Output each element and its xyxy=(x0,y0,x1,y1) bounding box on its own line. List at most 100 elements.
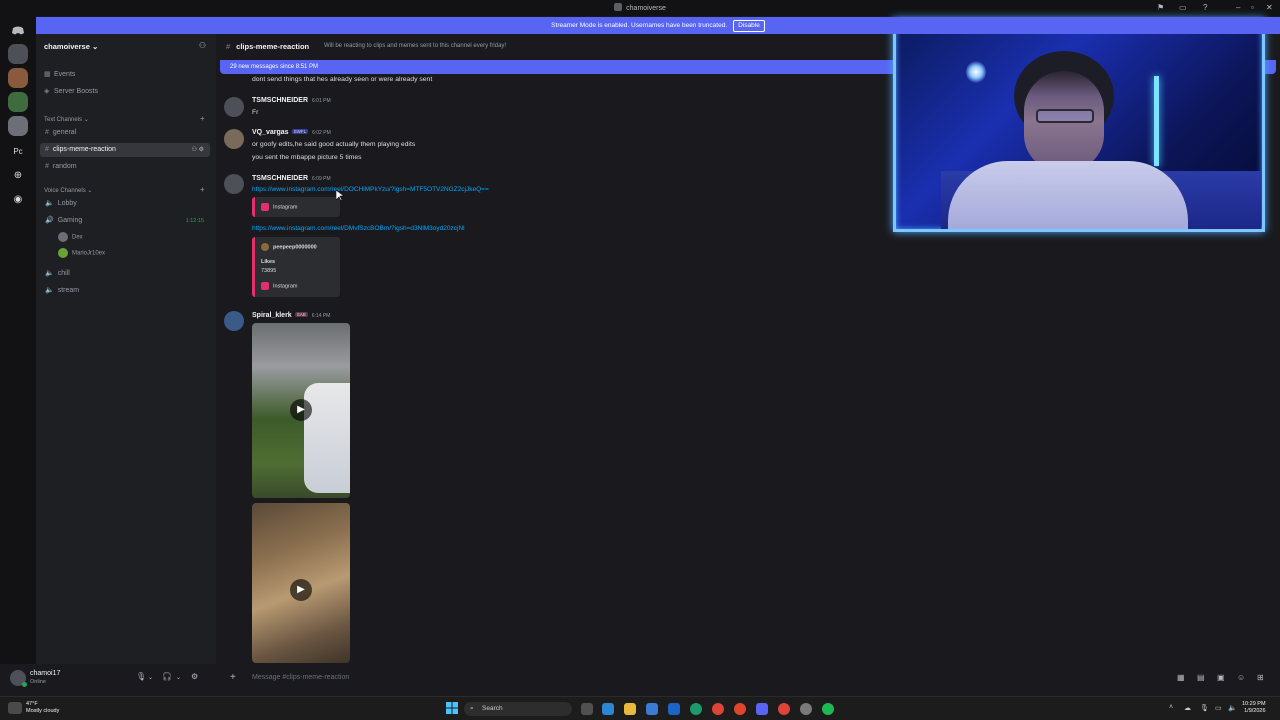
outlook-icon[interactable] xyxy=(668,703,680,715)
discord-icon[interactable] xyxy=(8,20,28,40)
voice-user-dex[interactable]: Dex xyxy=(58,232,83,242)
channel-topic: Will be reacting to clips and memes sent… xyxy=(324,43,507,49)
webcam-overlay xyxy=(893,18,1265,232)
speaker-icon: 🔈 xyxy=(45,287,54,294)
settings-icon[interactable]: ⚙ xyxy=(191,672,198,681)
hash-icon: # xyxy=(45,163,49,170)
help-icon[interactable]: ? xyxy=(1203,3,1207,12)
upload-plus-icon[interactable]: + xyxy=(230,670,236,686)
taskbar-clock[interactable]: 10:29 PM 1/9/2026 xyxy=(1242,701,1266,715)
edge-icon[interactable] xyxy=(690,703,702,715)
spotify-icon[interactable] xyxy=(822,703,834,715)
obs-icon[interactable] xyxy=(800,703,812,715)
instagram-embed[interactable]: Instagram xyxy=(252,197,340,217)
server-icon-3[interactable] xyxy=(8,92,28,112)
instagram-icon xyxy=(261,203,269,211)
create-voice-channel-icon[interactable]: + xyxy=(200,185,205,194)
channel-general[interactable]: # general xyxy=(40,126,210,140)
network-icon[interactable]: ▭ xyxy=(1215,704,1222,712)
brave-icon[interactable] xyxy=(734,703,746,715)
video-attachment[interactable]: ▶ xyxy=(252,323,350,498)
copilot-icon[interactable] xyxy=(602,703,614,715)
chevron-down-icon[interactable]: ⌄ xyxy=(176,674,181,681)
voice-channels-category[interactable]: Voice Channels ⌄ xyxy=(44,187,92,194)
voice-channel-gaming[interactable]: 🔊 Gaming 1:12:15 xyxy=(40,214,210,228)
disable-button[interactable]: Disable xyxy=(733,20,765,32)
avatar[interactable] xyxy=(224,97,244,117)
chrome-icon[interactable] xyxy=(712,703,724,715)
sticker-icon[interactable]: ▣ xyxy=(1217,673,1225,682)
voice-channel-lobby[interactable]: 🔈 Lobby xyxy=(40,197,210,211)
close-icon[interactable]: ✕ xyxy=(1266,3,1273,12)
volume-icon[interactable]: 🔈 xyxy=(1228,704,1237,712)
message-link[interactable]: https://www.instagram.com/reel/DMvfSzcBO… xyxy=(252,225,465,232)
channel-clips-meme-reaction[interactable]: # clips-meme-reaction ⚇ ⚙ xyxy=(40,143,210,157)
play-icon[interactable]: ▶ xyxy=(290,399,312,421)
avatar xyxy=(58,248,68,258)
play-icon[interactable]: ▶ xyxy=(290,579,312,601)
message-input[interactable]: + Message #clips-meme-reaction xyxy=(226,670,1180,686)
scrollbar[interactable] xyxy=(1273,466,1277,480)
message-link[interactable]: https://www.instagram.com/reel/DOCHiMPkY… xyxy=(252,186,489,193)
channel-settings-icon[interactable]: ⚇ ⚙ xyxy=(192,143,204,157)
chevron-down-icon[interactable]: ⌄ xyxy=(148,674,153,681)
inbox-icon[interactable]: ⚑ xyxy=(1157,3,1164,12)
app-icon xyxy=(614,3,623,11)
server-name[interactable]: chamoiverse ⌄ xyxy=(44,42,98,51)
weather-widget[interactable]: 47°F Mostly cloudy xyxy=(26,701,59,715)
banner-text: Streamer Mode is enabled. Usernames have… xyxy=(551,22,728,29)
window-titlebar: chamoiverse ⚑ ▭ ? – ▫ ✕ xyxy=(0,0,1280,16)
text-channels-category[interactable]: Text Channels ⌄ xyxy=(44,116,89,123)
avatar xyxy=(261,243,269,251)
server-icon-4[interactable] xyxy=(8,116,28,136)
emoji-icon[interactable]: ☺ xyxy=(1237,673,1245,682)
windows-start-icon[interactable] xyxy=(446,702,458,714)
boost-icon: ◈ xyxy=(44,88,50,95)
gif-icon[interactable]: ▤ xyxy=(1197,673,1205,682)
video-attachment[interactable]: ▶ xyxy=(252,503,350,663)
chevron-up-icon[interactable]: ˄ xyxy=(1169,704,1173,711)
screen-icon[interactable]: ▭ xyxy=(1179,3,1187,12)
avatar[interactable] xyxy=(224,129,244,149)
tray-app-icon[interactable]: ☁ xyxy=(1184,704,1191,712)
avatar[interactable] xyxy=(224,311,244,331)
server-icon-1[interactable] xyxy=(8,44,28,64)
minimize-icon[interactable]: – xyxy=(1236,3,1240,12)
voice-channel-chill[interactable]: 🔈 chill xyxy=(40,267,210,281)
voice-channel-stream[interactable]: 🔈 stream xyxy=(40,284,210,298)
headphones-icon[interactable]: 🎧 xyxy=(162,672,172,681)
apps-icon[interactable]: ⊞ xyxy=(1257,673,1264,682)
add-member-icon[interactable]: ⚇ xyxy=(199,41,206,50)
add-server-icon[interactable]: ⊕ xyxy=(8,166,28,186)
message-text: or goofy edits,he said good actually the… xyxy=(252,141,416,148)
create-channel-icon[interactable]: + xyxy=(200,114,205,123)
discord-taskbar-icon[interactable] xyxy=(756,703,768,715)
server-icon-2[interactable] xyxy=(8,68,28,88)
message-author[interactable]: Spiral_klerk SAB 6:14 PM xyxy=(252,312,330,319)
message-author[interactable]: TSMSCHNEIDER 6:01 PM xyxy=(252,97,331,104)
file-explorer-icon[interactable] xyxy=(624,703,636,715)
taskbar-search[interactable]: ⌕ Search xyxy=(464,702,572,716)
discover-icon[interactable]: ◉ xyxy=(8,190,28,210)
maximize-icon[interactable]: ▫ xyxy=(1251,3,1254,12)
mouse-cursor-icon xyxy=(336,190,344,202)
hash-icon: # xyxy=(45,129,49,136)
server-boosts-item[interactable]: ◈ Server Boosts xyxy=(44,87,98,95)
mic-icon[interactable]: 🎙 xyxy=(136,672,146,681)
message-author[interactable]: TSMSCHNEIDER 6:09 PM xyxy=(252,175,331,182)
avatar[interactable] xyxy=(224,174,244,194)
instagram-icon xyxy=(261,282,269,290)
task-view-icon[interactable] xyxy=(581,703,593,715)
events-item[interactable]: ▦ Events xyxy=(44,70,75,78)
chrome-icon-2[interactable] xyxy=(778,703,790,715)
instagram-embed[interactable]: peepeep0000000 Likes 73895 Instagram xyxy=(252,237,340,297)
voice-timer: 1:12:15 xyxy=(185,218,204,224)
gift-icon[interactable]: ▦ xyxy=(1177,673,1185,682)
mic-tray-icon[interactable]: 🎙 xyxy=(1200,704,1209,712)
speaker-icon: 🔊 xyxy=(45,217,54,224)
message-author[interactable]: VQ_vargas SWFL 6:02 PM xyxy=(252,129,331,136)
server-icon-pc[interactable]: Pc xyxy=(8,142,28,162)
channel-random[interactable]: # random xyxy=(40,160,210,174)
voice-user-mario[interactable]: MarioJr10ex xyxy=(58,248,105,258)
store-icon[interactable] xyxy=(646,703,658,715)
